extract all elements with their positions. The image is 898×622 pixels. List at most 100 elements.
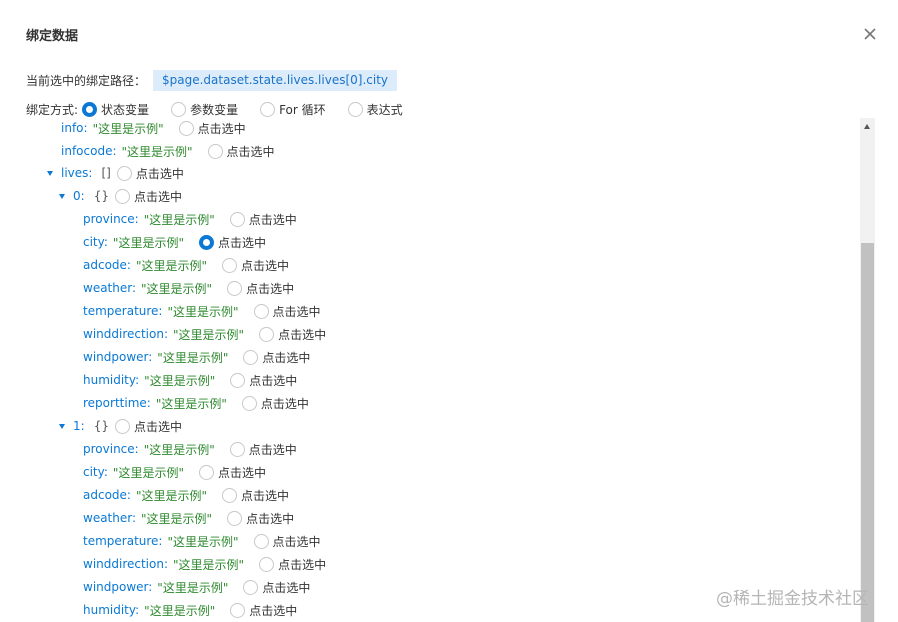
tree-key: 0: <box>73 189 85 203</box>
mode-radio-param[interactable] <box>171 101 187 117</box>
select-radio[interactable] <box>229 441 245 457</box>
tree-key: city: <box>83 465 108 479</box>
select-radio[interactable] <box>222 257 237 273</box>
mode-radio-for-loop[interactable] <box>260 101 276 117</box>
dialog-title: 绑定数据 <box>26 29 79 44</box>
tree-value: "这里是示例" <box>155 396 227 411</box>
select-label: 点击选中 <box>278 327 327 342</box>
select-radio[interactable] <box>227 510 243 526</box>
select-radio[interactable] <box>230 372 246 388</box>
tree-key: temperature: <box>83 304 163 318</box>
tree-value: "这里是示例" <box>157 580 229 595</box>
binding-path-row: 当前选中的绑定路径： $page.dataset.state.lives.liv… <box>26 69 398 91</box>
tree-key: adcode: <box>83 258 131 272</box>
tree-key: infocode: <box>61 144 117 158</box>
tree-value: "这里是示例" <box>135 258 207 273</box>
select-radio[interactable] <box>198 464 214 480</box>
select-radio[interactable] <box>207 143 223 159</box>
tree-row-info: info: "这里是示例" 点击选中 <box>61 118 246 138</box>
mode-radio-expression[interactable] <box>347 101 363 117</box>
tree-value: "这里是示例" <box>144 603 216 618</box>
select-radio[interactable] <box>259 556 275 572</box>
tree-value: "这里是示例" <box>173 557 245 572</box>
mode-radio-state[interactable] <box>82 101 98 117</box>
tree-row-lives[interactable]: lives: [] 点击选中 <box>47 163 184 183</box>
binding-mode-label: 绑定方式: <box>26 102 79 117</box>
tree-value: "这里是示例" <box>112 465 184 480</box>
mode-option-for-loop[interactable]: For 循环 <box>260 101 326 118</box>
expand-arrow-icon[interactable] <box>47 170 53 176</box>
mode-option-state[interactable]: 状态变量 <box>82 101 149 118</box>
tree-value: "这里是示例" <box>92 121 164 136</box>
select-label: 点击选中 <box>262 350 311 365</box>
tree-row-field: reporttime: "这里是示例" 点击选中 <box>83 393 309 413</box>
select-radio[interactable] <box>114 418 130 434</box>
tree-key: city: <box>83 235 108 249</box>
select-radio[interactable] <box>227 280 243 296</box>
tree-key: weather: <box>83 511 137 525</box>
scroll-thumb[interactable] <box>861 243 874 622</box>
select-radio[interactable] <box>222 487 237 503</box>
tree-row-field: adcode: "这里是示例" 点击选中 <box>83 255 289 275</box>
tree-row-field: city: "这里是示例" 点击选中 <box>83 462 266 482</box>
select-label: 点击选中 <box>249 373 298 388</box>
tree-key: reporttime: <box>83 396 151 410</box>
tree-row-field: adcode: "这里是示例" 点击选中 <box>83 485 289 505</box>
watermark: @稀土掘金技术社区 <box>716 589 869 609</box>
select-radio[interactable] <box>243 349 259 365</box>
tree-row-field: city: "这里是示例" 点击选中 <box>83 232 266 252</box>
tree-key: adcode: <box>83 488 131 502</box>
select-label: 点击选中 <box>217 465 266 480</box>
tree-value: "这里是示例" <box>141 511 213 526</box>
mode-option-param[interactable]: 参数变量 <box>171 101 238 118</box>
mode-option-label: 参数变量 <box>190 102 239 117</box>
select-label: 点击选中 <box>278 557 327 572</box>
select-label: 点击选中 <box>241 488 290 503</box>
select-label: 点击选中 <box>226 144 275 159</box>
tree-value: "这里是示例" <box>143 212 215 227</box>
tree-value: "这里是示例" <box>143 442 215 457</box>
mode-option-expression[interactable]: 表达式 <box>347 101 403 118</box>
binding-path-label: 当前选中的绑定路径： <box>26 73 147 88</box>
expand-arrow-icon[interactable] <box>59 193 65 199</box>
select-radio[interactable] <box>230 602 246 618</box>
expand-arrow-icon[interactable] <box>59 423 65 429</box>
select-radio[interactable] <box>243 579 259 595</box>
tree-value: "这里是示例" <box>167 534 239 549</box>
scroll-up-arrow-icon[interactable] <box>864 124 870 129</box>
select-radio[interactable] <box>229 211 245 227</box>
tree-value: "这里是示例" <box>167 304 239 319</box>
tree-scrollbar[interactable] <box>860 118 875 622</box>
select-radio[interactable] <box>198 234 214 250</box>
tree-brace: {} <box>93 419 109 433</box>
tree-key: weather: <box>83 281 137 295</box>
tree-row-field: humidity: "这里是示例" 点击选中 <box>83 370 297 390</box>
close-icon[interactable] <box>860 24 880 44</box>
tree-key: winddirection: <box>83 557 169 571</box>
select-radio[interactable] <box>259 326 275 342</box>
tree-row-field: windpower: "这里是示例" 点击选中 <box>83 577 310 597</box>
select-radio[interactable] <box>253 533 269 549</box>
select-radio[interactable] <box>253 303 269 319</box>
tree-brace: {} <box>93 189 109 203</box>
tree-row-item-0[interactable]: 0: {} 点击选中 <box>59 186 182 206</box>
select-label: 点击选中 <box>272 534 321 549</box>
select-label: 点击选中 <box>248 212 297 227</box>
tree-row-field: weather: "这里是示例" 点击选中 <box>83 278 294 298</box>
select-label: 点击选中 <box>135 166 184 181</box>
mode-option-label: For 循环 <box>279 102 326 117</box>
select-radio[interactable] <box>241 395 257 411</box>
select-label: 点击选中 <box>241 258 290 273</box>
tree-row-field: humidity: "这里是示例" 点击选中 <box>83 600 297 620</box>
tree-row-item-1[interactable]: 1: {} 点击选中 <box>59 416 182 436</box>
select-radio[interactable] <box>114 188 130 204</box>
tree-key: province: <box>83 212 139 226</box>
tree-value: "这里是示例" <box>141 281 213 296</box>
select-radio[interactable] <box>178 120 194 136</box>
tree-value: "这里是示例" <box>144 373 216 388</box>
tree-key: lives: <box>61 166 93 180</box>
tree-row-field: temperature: "这里是示例" 点击选中 <box>83 301 321 321</box>
select-radio[interactable] <box>116 165 132 181</box>
select-label: 点击选中 <box>249 603 298 618</box>
select-label: 点击选中 <box>197 121 246 136</box>
